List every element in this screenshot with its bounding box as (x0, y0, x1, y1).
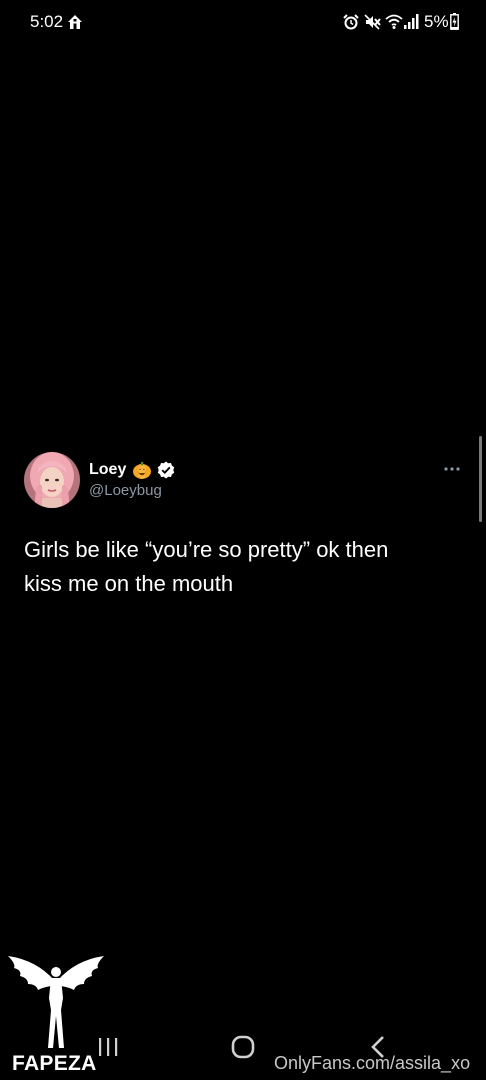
scrollbar[interactable] (479, 436, 482, 522)
battery-percent: 5% (424, 12, 449, 31)
wifi-icon (385, 14, 403, 29)
more-options-icon[interactable] (443, 465, 461, 473)
pumpkin-icon (133, 462, 151, 479)
signal-icon (404, 14, 419, 29)
avatar-image (24, 452, 80, 508)
phone-screen: 5:02 5% Loey @Loeybug Girls be like “you… (0, 0, 486, 1080)
display-name[interactable]: Loey (89, 461, 126, 479)
mute-icon (364, 14, 381, 30)
avatar[interactable] (24, 452, 80, 508)
home-icon (68, 15, 82, 29)
verified-badge-icon (157, 461, 175, 479)
recents-icon[interactable] (96, 1037, 120, 1057)
battery-charging-icon (450, 13, 459, 30)
user-handle[interactable]: @Loeybug (89, 482, 162, 499)
source-watermark: OnlyFans.com/assila_xo (274, 1053, 471, 1073)
tweet-text: Girls be like “you’re so pretty” ok then… (24, 533, 464, 601)
status-bar: 5:02 5% (0, 0, 486, 44)
tweet-text-line-2: kiss me on the mouth (24, 571, 234, 596)
tweet-text-line-1: Girls be like “you’re so pretty” ok then (24, 537, 389, 562)
angel-logo-icon (8, 956, 104, 1048)
brand-watermark: FAPEZA (12, 1052, 97, 1075)
alarm-icon (343, 14, 359, 30)
status-time: 5:02 (30, 12, 64, 31)
home-button-icon[interactable] (231, 1035, 255, 1059)
